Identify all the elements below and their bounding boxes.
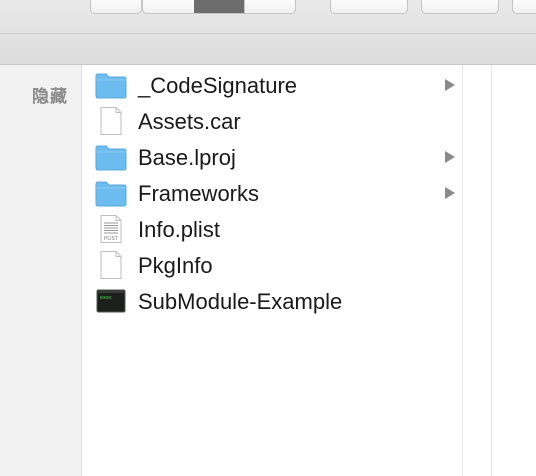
view-mode-columns-active[interactable]	[194, 0, 244, 13]
plist-icon: PLIST	[95, 215, 127, 243]
toolbar-divider	[0, 33, 536, 34]
file-row[interactable]: _CodeSignature	[82, 67, 462, 103]
toolbar-button-back[interactable]	[90, 0, 142, 14]
disclosure-arrow-icon[interactable]	[445, 151, 455, 163]
document-icon	[95, 251, 127, 279]
toolbar-button-share[interactable]	[512, 0, 536, 14]
file-row[interactable]: PkgInfo	[82, 247, 462, 283]
toolbar-button-arrange[interactable]	[330, 0, 408, 14]
next-column	[463, 65, 492, 476]
folder-icon	[95, 179, 127, 207]
file-row[interactable]: Assets.car	[82, 103, 462, 139]
file-name: Frameworks	[138, 181, 260, 206]
sidebar-hide-label[interactable]: 隐藏	[32, 82, 68, 107]
folder-icon	[95, 71, 127, 99]
file-row[interactable]: exec SubModule-Example	[82, 283, 462, 319]
file-name: Assets.car	[138, 109, 241, 134]
file-name: SubModule-Example	[138, 289, 343, 314]
svg-text:exec: exec	[100, 295, 112, 301]
file-name: Base.lproj	[138, 145, 236, 170]
segment-divider	[244, 0, 245, 13]
disclosure-arrow-icon[interactable]	[445, 187, 455, 199]
file-name: PkgInfo	[138, 253, 213, 278]
file-name: _CodeSignature	[138, 73, 298, 98]
disclosure-arrow-icon[interactable]	[445, 79, 455, 91]
folder-icon	[95, 143, 127, 171]
sidebar: 隐藏	[0, 65, 82, 476]
document-icon	[95, 107, 127, 135]
svg-text:PLIST: PLIST	[104, 236, 118, 242]
finder-toolbar	[0, 0, 536, 65]
terminal-executable-icon: exec	[95, 287, 127, 315]
file-row[interactable]: Base.lproj	[82, 139, 462, 175]
file-column: _CodeSignature Assets.car Base.lproj Framew…	[82, 65, 463, 476]
file-name: Info.plist	[138, 217, 220, 242]
file-row[interactable]: PLIST Info.plist	[82, 211, 462, 247]
file-row[interactable]: Frameworks	[82, 175, 462, 211]
toolbar-button-action[interactable]	[421, 0, 499, 14]
